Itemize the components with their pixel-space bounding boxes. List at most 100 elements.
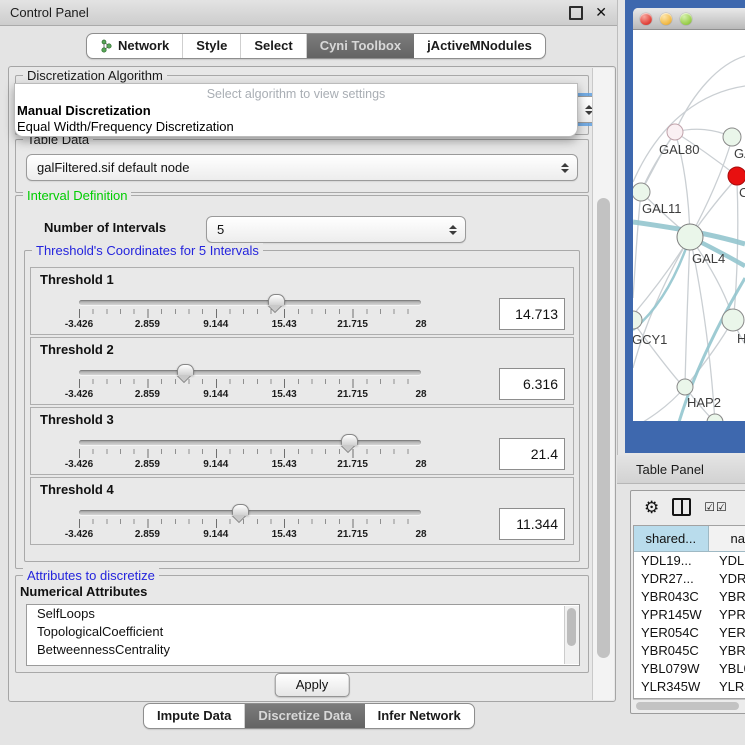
select-columns-icon[interactable]: ☑☑ [704, 500, 728, 514]
network-node-top-right[interactable] [723, 128, 741, 146]
tab-impute-data[interactable]: Impute Data [144, 704, 245, 728]
node-label-gal4: GAL4 [692, 251, 725, 266]
popup-option-manual-discretization[interactable]: Manual Discretization [15, 103, 577, 119]
node-label-partial-top: GA [734, 146, 745, 161]
threshold-4-slider[interactable]: -3.426 2.859 9.144 15.43 21.715 28 [79, 506, 421, 542]
attributes-group: Attributes to discretize Numerical Attri… [15, 575, 589, 673]
table-panel-header: Table Panel [617, 455, 745, 484]
list-item-topologicalcoefficient[interactable]: TopologicalCoefficient [27, 623, 579, 641]
slider-thumb[interactable] [268, 294, 285, 305]
table-header-row: shared... na [634, 526, 745, 552]
table-row[interactable]: YDR27...YDR2 [634, 570, 745, 588]
network-canvas[interactable]: GAL80 GAL11 GAL4 GCY1 HAP2 GA C H [633, 30, 745, 421]
split-pane-icon[interactable] [672, 498, 691, 516]
slider-track[interactable] [79, 440, 421, 445]
slider-track[interactable] [79, 300, 421, 305]
network-node-gal11[interactable] [633, 183, 650, 201]
network-node-gcy1[interactable] [633, 311, 642, 329]
numerical-attributes-label: Numerical Attributes [20, 584, 147, 599]
scrollbar-thumb[interactable] [636, 702, 739, 710]
slider-ticks [79, 309, 421, 318]
popup-option-equal-width[interactable]: Equal Width/Frequency Discretization [15, 119, 577, 135]
node-label-partial-right: H [737, 331, 745, 346]
table-row[interactable]: YBR045CYBR0 [634, 642, 745, 660]
slider-track[interactable] [79, 370, 421, 375]
apply-button[interactable]: Apply [275, 673, 350, 697]
slider-ticks [79, 449, 421, 458]
slider-thumb[interactable] [341, 434, 358, 445]
tab-discretize-data[interactable]: Discretize Data [245, 704, 364, 728]
scrollbar-thumb[interactable] [597, 198, 610, 658]
threshold-3-slider[interactable]: -3.426 2.859 9.144 15.43 21.715 28 [79, 436, 421, 472]
stepper-icon [449, 225, 457, 235]
tab-cyni-toolbox[interactable]: Cyni Toolbox [307, 34, 414, 58]
table-horizontal-scrollbar[interactable] [633, 699, 745, 712]
node-label-gcy1: GCY1 [633, 332, 667, 347]
threshold-2-panel: Threshold 2 -3.426 2.859 9.144 15.43 21.… [30, 337, 574, 405]
list-item-selfloops[interactable]: SelfLoops [27, 605, 579, 623]
table-row[interactable]: YPR145WYPR1 [634, 606, 745, 624]
minimize-traffic-light[interactable] [660, 13, 672, 25]
numerical-attributes-list: SelfLoops TopologicalCoefficient Between… [26, 604, 580, 666]
table-row[interactable]: YBR043CYBR0 [634, 588, 745, 606]
slider-thumb[interactable] [232, 504, 249, 515]
network-node-bottom[interactable] [707, 414, 723, 421]
node-label-hap2: HAP2 [687, 395, 721, 410]
node-table: shared... na YDL19...YDL1 YDR27...YDR2 Y… [633, 525, 745, 699]
bottom-tab-bar: Impute Data Discretize Data Infer Networ… [143, 703, 475, 729]
discretization-algorithm-group-title: Discretization Algorithm [23, 68, 167, 83]
table-row[interactable]: YDL19...YDL1 [634, 552, 745, 570]
network-node-hap2[interactable] [677, 379, 693, 395]
panel-scrollbar[interactable] [592, 68, 614, 700]
gear-icon[interactable]: ⚙ [644, 499, 659, 516]
thresholds-group: Threshold's Coordinates for 5 Intervals … [24, 250, 580, 562]
table-row[interactable]: YER054CYER0 [634, 624, 745, 642]
thresholds-group-title: Threshold's Coordinates for 5 Intervals [32, 243, 263, 258]
float-window-icon[interactable] [569, 6, 583, 20]
tab-network[interactable]: Network [87, 34, 183, 58]
tab-infer-network[interactable]: Infer Network [365, 704, 474, 728]
table-data-selected: galFiltered.sif default node [37, 160, 189, 175]
node-label-partial-mid: C [739, 185, 745, 200]
network-node-highlighted[interactable] [728, 167, 745, 185]
list-item-betweennesscentrality[interactable]: BetweennessCentrality [27, 641, 579, 659]
threshold-1-panel: Threshold 1 -3.426 2.859 9.144 15.43 21.… [30, 267, 574, 335]
number-of-intervals-label: Number of Intervals [44, 220, 166, 235]
top-tab-bar: Network Style Select Cyni Toolbox jActiv… [86, 33, 546, 59]
threshold-2-value-field[interactable]: 6.316 [499, 368, 565, 400]
network-node-gal80[interactable] [667, 124, 683, 140]
threshold-3-value-field[interactable]: 21.4 [499, 438, 565, 470]
threshold-4-value-field[interactable]: 11.344 [499, 508, 565, 540]
threshold-1-value-field[interactable]: 14.713 [499, 298, 565, 330]
tab-jactivemnodules[interactable]: jActiveMNodules [414, 34, 545, 58]
threshold-1-slider[interactable]: -3.426 2.859 9.144 15.43 21.715 28 [79, 296, 421, 332]
tab-select[interactable]: Select [241, 34, 306, 58]
zoom-traffic-light[interactable] [680, 13, 692, 25]
threshold-1-label: Threshold 1 [40, 272, 114, 287]
threshold-2-slider[interactable]: -3.426 2.859 9.144 15.43 21.715 28 [79, 366, 421, 402]
panel-title: Control Panel [10, 5, 569, 20]
number-of-intervals-combobox[interactable]: 5 [206, 216, 466, 243]
column-header-name[interactable]: na [709, 526, 745, 551]
tab-network-label: Network [118, 34, 169, 58]
table-panel-title: Table Panel [636, 462, 704, 477]
close-traffic-light[interactable] [640, 13, 652, 25]
list-scrollbar[interactable] [564, 606, 579, 664]
network-node-gal4[interactable] [677, 224, 703, 250]
tab-style[interactable]: Style [183, 34, 241, 58]
slider-track[interactable] [79, 510, 421, 515]
table-data-group: Table Data galFiltered.sif default node [15, 139, 589, 193]
slider-thumb[interactable] [177, 364, 194, 375]
table-row[interactable]: YLR345WYLR3 [634, 678, 745, 696]
threshold-3-panel: Threshold 3 -3.426 2.859 9.144 15.43 21.… [30, 407, 574, 475]
close-icon[interactable]: ✕ [595, 4, 607, 21]
slider-ticks [79, 519, 421, 528]
stepper-icon [561, 163, 569, 173]
table-data-combobox[interactable]: galFiltered.sif default node [26, 154, 578, 181]
table-row[interactable]: YBL079WYBL0 [634, 660, 745, 678]
column-header-shared-name[interactable]: shared... [634, 526, 709, 551]
network-window-titlebar [633, 8, 745, 30]
table-panel: ⚙ ☑☑ shared... na YDL19...YDL1 YDR27...Y… [617, 484, 745, 745]
algorithm-placeholder: Select algorithm to view settings [15, 84, 577, 103]
network-node-right[interactable] [722, 309, 744, 331]
